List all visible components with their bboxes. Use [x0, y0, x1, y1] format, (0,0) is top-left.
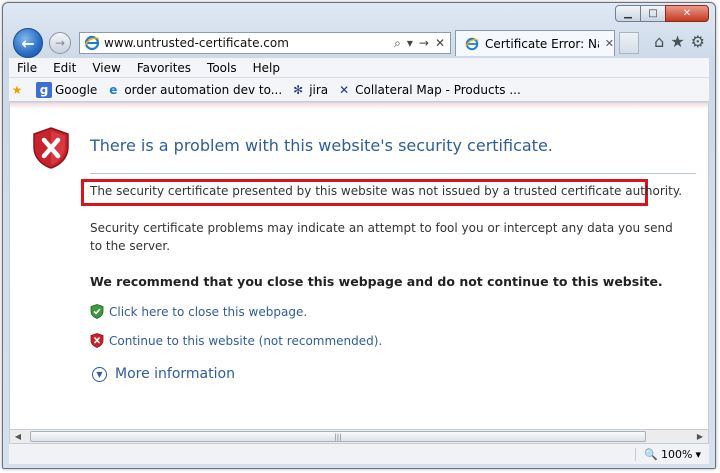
google-icon: g: [36, 81, 52, 98]
close-page-link[interactable]: Click here to close this webpage.: [90, 304, 307, 319]
jira-icon: ✻: [293, 82, 304, 97]
zoom-level: 100%: [661, 447, 693, 461]
zoom-icon: 🔍: [644, 447, 659, 461]
address-url[interactable]: www.untrusted-certificate.com: [104, 36, 394, 50]
go-icon[interactable]: →: [419, 36, 429, 50]
menu-edit[interactable]: Edit: [45, 61, 84, 75]
close-page-link-label[interactable]: Click here to close this webpage.: [109, 305, 307, 319]
page-title: There is a problem with this website's s…: [90, 136, 553, 155]
stop-icon[interactable]: ✕: [435, 36, 445, 50]
zoom-control[interactable]: 🔍 100% ▾: [635, 447, 701, 461]
favorite-label: Collateral Map - Products ...: [355, 82, 521, 97]
favorites-bar: ★ g Google e order automation dev to... …: [9, 78, 709, 102]
maximize-button[interactable]: □: [640, 5, 666, 22]
caption-buttons: ▁ □ ✕: [615, 5, 709, 22]
browser-window: ▁ □ ✕ ← → www.untrusted-certificate.com …: [2, 2, 716, 469]
menu-view[interactable]: View: [84, 61, 128, 75]
forward-button[interactable]: →: [49, 32, 71, 54]
back-button[interactable]: ←: [13, 28, 43, 58]
ie-page-icon: [83, 34, 101, 52]
scroll-left-icon[interactable]: ◀: [10, 430, 26, 443]
chevron-down-icon[interactable]: ▾: [695, 448, 701, 461]
chevron-down-icon: ▼: [92, 366, 107, 382]
menu-tools[interactable]: Tools: [199, 61, 245, 75]
favorites-star-button[interactable]: ★: [9, 82, 28, 98]
status-bar: 🔍 100% ▾: [9, 444, 709, 464]
title-divider: [90, 173, 696, 174]
page-content: There is a problem with this website's s…: [9, 103, 709, 429]
add-favorites-icon: ★: [11, 82, 23, 97]
shield-check-icon: [90, 304, 104, 319]
address-bar[interactable]: www.untrusted-certificate.com ⌕ ▾ → ✕: [79, 32, 451, 54]
navigation-bar: ← → www.untrusted-certificate.com ⌕ ▾ → …: [9, 26, 709, 58]
recommendation-text: We recommend that you close this webpage…: [90, 274, 663, 289]
minimize-button[interactable]: ▁: [615, 5, 641, 22]
favorite-order-automation[interactable]: e order automation dev to...: [105, 82, 282, 98]
address-tools: ⌕ ▾ → ✕: [394, 36, 445, 51]
continue-link-label[interactable]: Continue to this website (not recommende…: [109, 334, 382, 348]
favorite-jira[interactable]: ✻ jira: [290, 82, 328, 98]
dropdown-icon[interactable]: ▾: [407, 36, 413, 50]
command-icons: ⌂ ★ ⚙: [654, 32, 705, 51]
collateral-icon: ✕: [339, 82, 350, 97]
scroll-right-icon[interactable]: ▶: [692, 430, 708, 443]
favorite-label: jira: [309, 82, 329, 97]
favorite-google[interactable]: g Google: [36, 81, 98, 98]
favorite-collateral-map[interactable]: ✕ Collateral Map - Products ...: [336, 82, 521, 98]
more-information-toggle[interactable]: ▼ More information: [92, 366, 235, 382]
continue-link[interactable]: Continue to this website (not recommende…: [90, 333, 382, 348]
home-icon[interactable]: ⌂: [654, 32, 664, 51]
tab-certificate-error[interactable]: Certificate Error: Navi... ✕: [455, 30, 615, 56]
tab-close-icon[interactable]: ✕: [605, 37, 614, 50]
new-tab-button[interactable]: [619, 32, 639, 54]
scroll-thumb[interactable]: |||: [30, 431, 646, 442]
search-icon[interactable]: ⌕: [394, 36, 401, 51]
favorite-label: Google: [55, 82, 98, 97]
explanation-text: Security certificate problems may indica…: [90, 221, 673, 253]
shield-error-icon: [33, 127, 69, 169]
close-window-button[interactable]: ✕: [665, 5, 709, 22]
favorite-label: order automation dev to...: [124, 82, 283, 97]
menu-help[interactable]: Help: [245, 61, 288, 75]
more-information-label: More information: [115, 366, 235, 382]
star-icon[interactable]: ★: [670, 32, 684, 51]
menu-favorites[interactable]: Favorites: [129, 61, 199, 75]
ie-page-icon: e: [109, 82, 118, 97]
shield-x-icon: [90, 333, 104, 348]
menu-bar: File Edit View Favorites Tools Help: [9, 58, 709, 78]
gear-icon[interactable]: ⚙: [691, 32, 705, 51]
menu-file[interactable]: File: [9, 61, 45, 75]
certificate-error-message: The security certificate presented by th…: [90, 184, 683, 198]
tab-title: Certificate Error: Navi...: [484, 36, 599, 51]
horizontal-scrollbar[interactable]: ◀ ||| ▶: [9, 429, 709, 444]
tab-ie-icon: [463, 35, 481, 53]
